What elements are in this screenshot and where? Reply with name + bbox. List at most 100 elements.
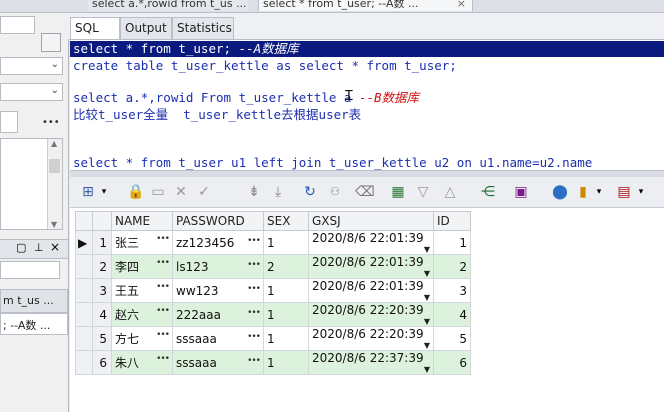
cell-sex[interactable]: 1	[263, 350, 309, 375]
code-line[interactable]: select * from t_user; --A数据库	[70, 41, 664, 57]
table-row[interactable]: 4 赵六 ••• 222aaa ••• 1 2020/8/6 22:20:39 ▼ 4	[75, 302, 471, 327]
dropdown-arrow-icon[interactable]: ▼	[424, 317, 430, 326]
ellipsis-icon[interactable]: •••	[156, 306, 170, 316]
pin-icon[interactable]: ⊥	[34, 241, 44, 254]
delete-record-icon[interactable]: ✕	[173, 184, 189, 200]
table-row[interactable]: 6 朱八 ••• sssaaa ••• 1 2020/8/6 22:37:39 ▼ 6	[75, 350, 471, 375]
row-indicator[interactable]	[75, 254, 93, 279]
tab-output[interactable]: Output	[120, 17, 172, 39]
ellipsis-icon[interactable]: •••	[156, 330, 170, 340]
ellipsis-icon[interactable]: •••	[156, 354, 170, 364]
row-indicator[interactable]	[75, 326, 93, 351]
chart-icon[interactable]: ▮	[575, 184, 591, 200]
row-number[interactable]: 2	[92, 254, 112, 279]
cell-id[interactable]: 1	[433, 230, 471, 255]
ellipsis-icon[interactable]: •••	[247, 308, 261, 318]
column-header-sex[interactable]: SEX	[263, 211, 309, 231]
cell-id[interactable]: 3	[433, 278, 471, 303]
ellipsis-icon[interactable]: •••	[247, 284, 261, 294]
scroll-up-icon[interactable]: ▲	[51, 139, 57, 148]
clear-icon[interactable]: ⌫	[355, 184, 375, 200]
cell-name[interactable]: 王五 •••	[111, 278, 173, 303]
dropdown-arrow-icon[interactable]: ▼	[424, 293, 430, 302]
checkbox-button[interactable]	[41, 33, 61, 52]
window-list-item-1[interactable]: m t_us ...	[0, 289, 68, 313]
table-row[interactable]: 2 李四 ••• ls123 ••• 2 2020/8/6 22:01:39 ▼ 2	[75, 254, 471, 279]
row-number[interactable]: 4	[92, 302, 112, 327]
cell-sex[interactable]: 2	[263, 254, 309, 279]
left-field-2[interactable]	[0, 111, 18, 133]
cell-id[interactable]: 5	[433, 326, 471, 351]
export-icon[interactable]: ▦	[390, 184, 406, 200]
row-number[interactable]: 3	[92, 278, 112, 303]
column-header-id[interactable]: ID	[433, 211, 471, 231]
left-field-1[interactable]	[0, 16, 35, 34]
cell-password[interactable]: ww123 •••	[172, 278, 264, 303]
cell-password[interactable]: zz123456 •••	[172, 230, 264, 255]
cell-gxsj[interactable]: 2020/8/6 22:37:39 ▼	[308, 350, 434, 375]
cell-gxsj[interactable]: 2020/8/6 22:20:39 ▼	[308, 302, 434, 327]
ellipsis-icon[interactable]: •••	[247, 260, 261, 270]
row-number[interactable]: 5	[92, 326, 112, 351]
ellipsis-icon[interactable]: •••	[247, 332, 261, 342]
dropdown-1[interactable]: ⌄	[0, 57, 63, 75]
ellipsis-icon[interactable]: •••	[156, 234, 170, 244]
minimize-icon[interactable]: ▢	[16, 241, 26, 254]
scroll-down-icon[interactable]: ▼	[51, 220, 57, 229]
code-line[interactable]: create table t_user_kettle as select * f…	[73, 58, 457, 74]
row-indicator[interactable]	[75, 350, 93, 375]
column-header-gxsj[interactable]: GXSJ	[308, 211, 434, 231]
refresh-icon[interactable]: ↻	[302, 184, 318, 200]
cell-gxsj[interactable]: 2020/8/6 22:01:39 ▼	[308, 230, 434, 255]
column-header-password[interactable]: PASSWORD	[172, 211, 264, 231]
tree-icon[interactable]: ⋲	[480, 184, 496, 200]
cell-sex[interactable]: 1	[263, 230, 309, 255]
row-indicator[interactable]	[75, 302, 93, 327]
cell-id[interactable]: 4	[433, 302, 471, 327]
sql-editor[interactable]: select * from t_user; --A数据库 create tabl…	[70, 40, 664, 170]
cell-name[interactable]: 张三 •••	[111, 230, 173, 255]
scrollbar[interactable]: ▲ ▼	[47, 139, 62, 229]
scroll-thumb[interactable]	[49, 159, 60, 173]
grid-view-icon[interactable]: ▤	[616, 184, 632, 200]
more-icon[interactable]: •••	[42, 117, 60, 128]
tab-sql[interactable]: SQL	[70, 17, 120, 39]
filter-down-icon[interactable]: ▽	[415, 184, 431, 200]
table-row[interactable]: ▶ 1 张三 ••• zz123456 ••• 1 2020/8/6 22:01:39 ▼ 1	[75, 230, 471, 255]
code-line[interactable]: 比较t_user全量 t_user_kettle去根据user表	[73, 107, 361, 123]
tab-statistics[interactable]: Statistics	[172, 17, 234, 39]
find-icon[interactable]: ⚇	[327, 184, 343, 200]
row-number[interactable]: 6	[92, 350, 112, 375]
cell-name[interactable]: 李四 •••	[111, 254, 173, 279]
column-header-name[interactable]: NAME	[111, 211, 173, 231]
table-row[interactable]: 3 王五 ••• ww123 ••• 1 2020/8/6 22:01:39 ▼ 3	[75, 278, 471, 303]
row-indicator[interactable]	[75, 278, 93, 303]
lock-icon[interactable]: 🔒	[127, 184, 144, 200]
query-builder-icon[interactable]: ⊞	[80, 184, 96, 200]
window-list-field[interactable]	[0, 261, 60, 279]
result-grid[interactable]: NAME PASSWORD SEX GXSJ ID ▶ 1 张三 ••• zz12345…	[75, 211, 471, 375]
chevron-down-icon[interactable]: ▾	[633, 184, 649, 200]
cell-id[interactable]: 2	[433, 254, 471, 279]
filter-up-icon[interactable]: △	[442, 184, 458, 200]
table-row[interactable]: 5 方七 ••• sssaaa ••• 1 2020/8/6 22:20:39 ▼ 5	[75, 326, 471, 351]
add-record-icon[interactable]: ▭	[150, 184, 166, 200]
code-line[interactable]: select a.*,rowid From t_user_kettle a --…	[73, 90, 419, 106]
cell-gxsj[interactable]: 2020/8/6 22:01:39 ▼	[308, 278, 434, 303]
dropdown-arrow-icon[interactable]: ▼	[424, 341, 430, 350]
dropdown-arrow-icon[interactable]: ▼	[424, 245, 430, 254]
row-indicator[interactable]: ▶	[75, 230, 93, 255]
cell-sex[interactable]: 1	[263, 278, 309, 303]
connect-icon[interactable]: ⬤	[552, 184, 568, 200]
save-icon[interactable]: ▣	[513, 184, 529, 200]
ellipsis-icon[interactable]: •••	[156, 258, 170, 268]
ellipsis-icon[interactable]: •••	[156, 282, 170, 292]
cell-name[interactable]: 赵六 •••	[111, 302, 173, 327]
cell-id[interactable]: 6	[433, 350, 471, 375]
chevron-down-icon[interactable]: ▾	[591, 184, 607, 200]
code-line[interactable]: select * from t_user u1 left join t_user…	[73, 155, 592, 170]
last-record-icon[interactable]: ⤓	[270, 184, 286, 200]
cell-name[interactable]: 方七 •••	[111, 326, 173, 351]
chevron-down-icon[interactable]: ▾	[96, 184, 112, 200]
post-changes-icon[interactable]: ✓	[196, 184, 212, 200]
